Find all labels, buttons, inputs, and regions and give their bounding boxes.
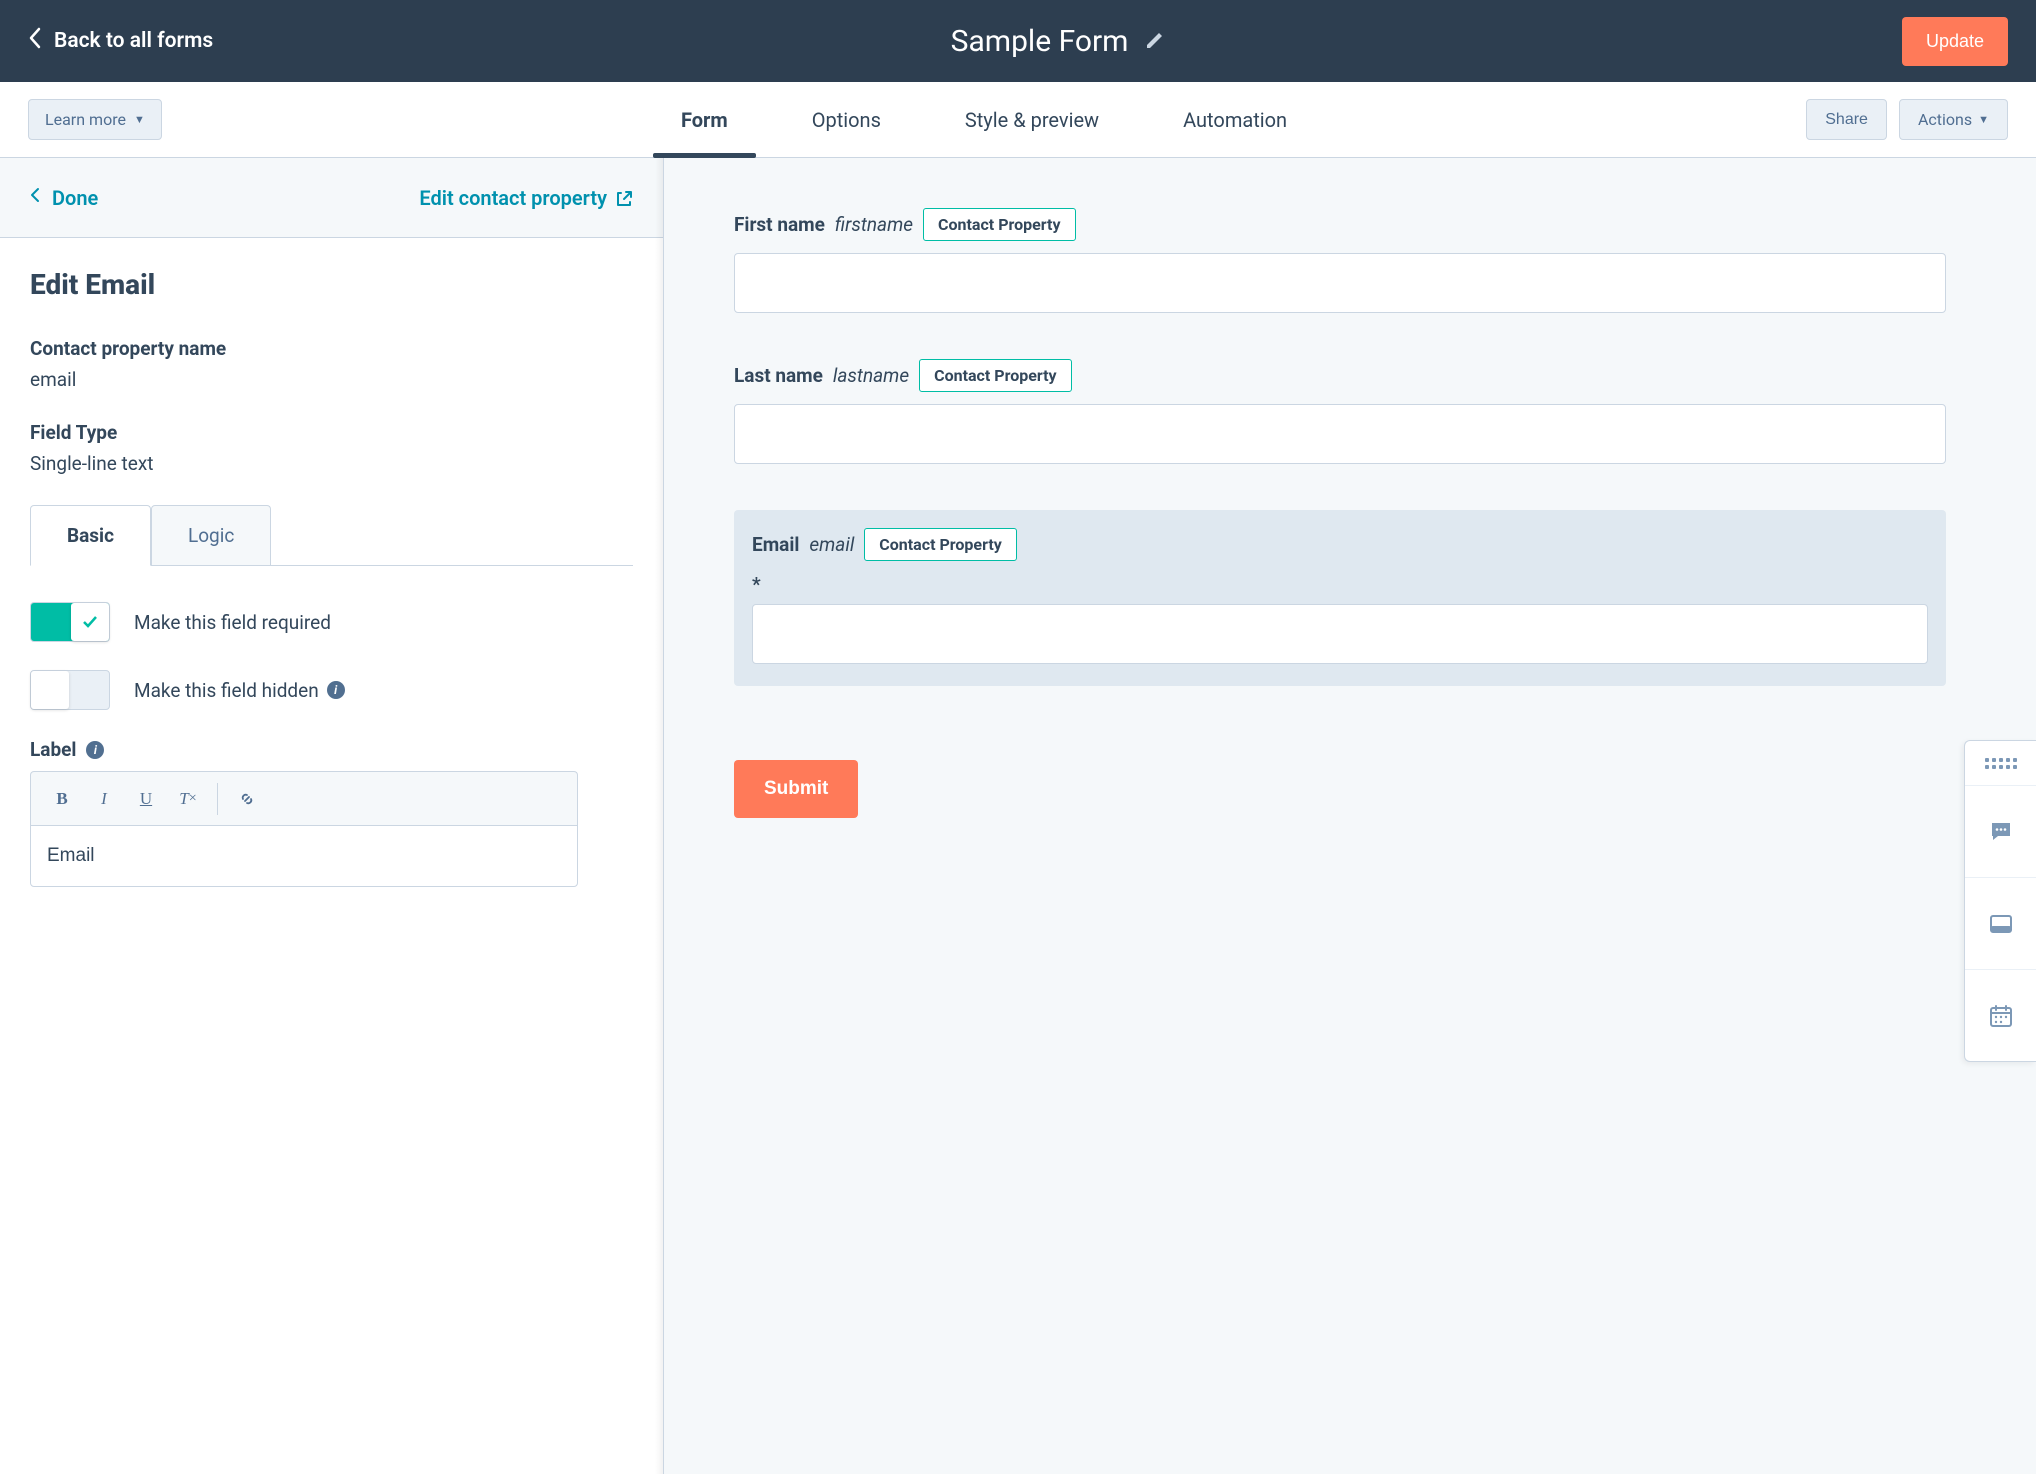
learn-more-label: Learn more [45,110,126,129]
hidden-toggle[interactable] [30,670,110,710]
info-icon[interactable]: i [86,741,104,759]
update-button[interactable]: Update [1902,17,2008,66]
tab-options[interactable]: Options [812,84,881,156]
caret-down-icon: ▼ [134,113,145,126]
clear-format-button[interactable]: T× [169,780,207,818]
text-input-preview [752,604,1928,664]
property-name-label: Contact property name [30,337,633,360]
chevron-left-icon [28,27,42,55]
bold-button[interactable]: B [43,780,81,818]
contact-property-badge: Contact Property [919,359,1072,392]
submit-button[interactable]: Submit [734,760,858,818]
separator [217,783,218,815]
required-toggle-label: Make this field required [134,611,331,634]
tab-automation[interactable]: Automation [1183,84,1287,156]
side-rail[interactable] [1964,740,2036,1062]
info-icon[interactable]: i [327,681,345,699]
field-internal-name: firstname [835,213,913,236]
required-toggle[interactable] [30,602,110,642]
edit-title-icon[interactable] [1144,31,1164,51]
tab-logic[interactable]: Logic [151,505,271,565]
underline-button[interactable]: U [127,780,165,818]
form-field-firstname[interactable]: First name firstname Contact Property [734,208,1946,313]
link-button[interactable] [228,780,266,818]
rich-text-toolbar: B I U T× [30,771,578,825]
tab-form[interactable]: Form [681,84,728,156]
tab-basic[interactable]: Basic [30,505,151,566]
learn-more-dropdown[interactable]: Learn more ▼ [28,99,162,140]
text-input-preview [734,404,1946,464]
form-field-email[interactable]: Email email Contact Property * [734,510,1946,686]
contact-property-badge: Contact Property [923,208,1076,241]
form-title: Sample Form [951,24,1129,59]
toggle-knob [31,671,69,709]
edit-prop-label: Edit contact property [419,186,607,210]
property-name-value: email [30,368,633,391]
tab-style-preview[interactable]: Style & preview [965,84,1099,156]
hidden-toggle-label: Make this field hidden i [134,679,345,702]
caret-down-icon: ▼ [1978,113,1989,126]
drag-handle-icon[interactable] [1965,741,2036,785]
calendar-icon[interactable] [1965,969,2036,1061]
field-internal-name: lastname [833,364,909,387]
field-type-value: Single-line text [30,452,633,475]
contact-property-badge: Contact Property [864,528,1017,561]
chevron-left-icon [30,187,40,208]
check-icon [81,613,99,631]
done-label: Done [52,186,98,210]
form-field-lastname[interactable]: Last name lastname Contact Property [734,359,1946,464]
back-label: Back to all forms [54,29,213,53]
required-indicator: * [752,573,1928,596]
panel-icon[interactable] [1965,877,2036,969]
label-field-label: Label [30,738,76,761]
share-button[interactable]: Share [1806,99,1887,140]
actions-dropdown[interactable]: Actions ▼ [1899,99,2008,140]
text-input-preview [734,253,1946,313]
field-label: Email [752,533,799,556]
toggle-knob [71,603,109,641]
actions-label: Actions [1918,110,1972,129]
edit-contact-property-link[interactable]: Edit contact property [419,186,633,210]
external-link-icon [615,189,633,207]
edit-panel-title: Edit Email [30,268,633,301]
italic-button[interactable]: I [85,780,123,818]
field-internal-name: email [809,533,854,556]
field-label: Last name [734,364,823,387]
done-link[interactable]: Done [30,186,98,210]
back-to-forms-link[interactable]: Back to all forms [28,27,213,55]
field-type-label: Field Type [30,421,633,444]
chat-icon[interactable] [1965,785,2036,877]
field-label: First name [734,213,825,236]
label-input[interactable] [30,825,578,887]
